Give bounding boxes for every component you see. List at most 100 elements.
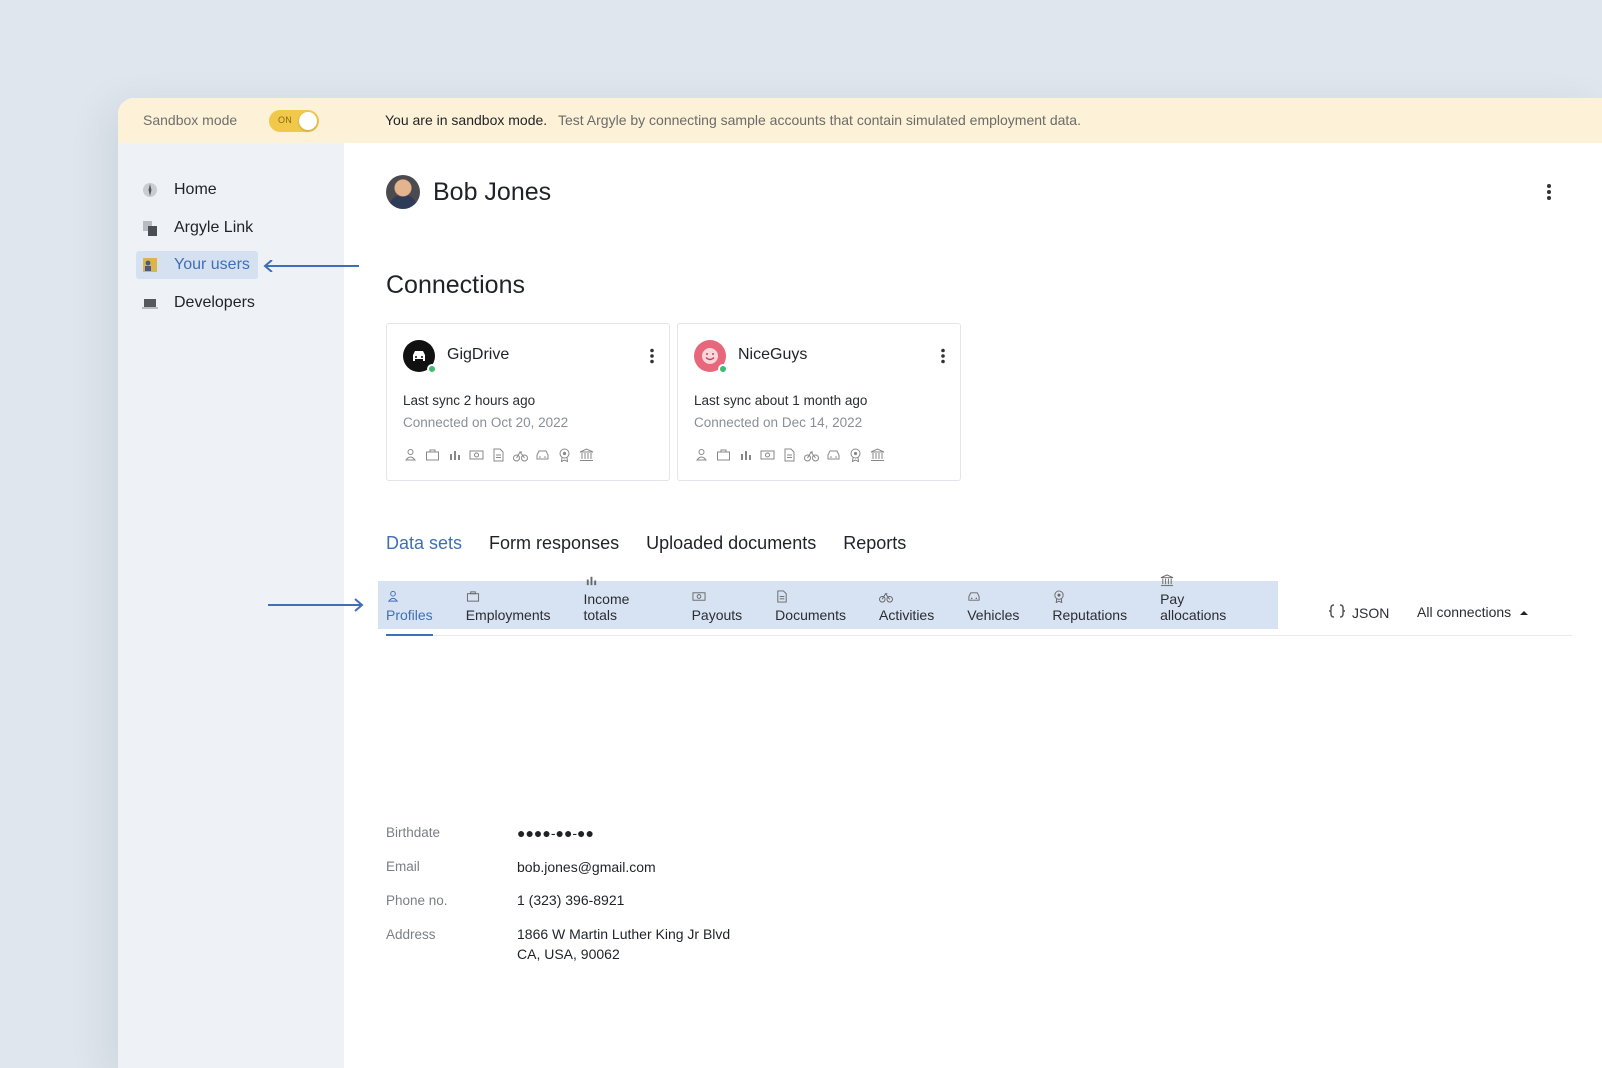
sidebar-item-label: Your users (174, 256, 250, 273)
bar-chart-icon (584, 574, 598, 587)
badge-icon (1052, 590, 1066, 604)
last-sync-text: Last sync 2 hours ago (403, 393, 536, 408)
app-window: Sandbox mode ON You are in sandbox mode.… (118, 98, 1602, 1068)
phone-label: Phone no. (386, 893, 448, 908)
money-icon (692, 590, 706, 603)
birthdate-value: ●●●●-●●-●● (517, 825, 594, 841)
bank-icon (1160, 574, 1174, 587)
connection-card-niceguys[interactable]: NiceGuys Last sync about 1 month ago Con… (677, 323, 961, 481)
connection-card-gigdrive[interactable]: GigDrive Last sync 2 hours ago Connected… (386, 323, 670, 481)
sidebar-item-argyle-link[interactable]: Argyle Link (136, 214, 261, 242)
subtab-documents[interactable]: Documents (775, 590, 846, 623)
subtab-reputations[interactable]: Reputations (1052, 590, 1127, 623)
person-icon (403, 448, 418, 462)
subtabs-divider (386, 635, 1572, 636)
bank-icon (579, 448, 594, 462)
connections-filter-select[interactable]: All connections (1417, 604, 1529, 620)
main-content: Bob Jones Connections GigDrive Last sync… (344, 143, 1602, 1068)
subtab-label: Activities (878, 607, 935, 623)
connected-date-text: Connected on Oct 20, 2022 (403, 415, 569, 430)
subtab-label: Profiles (386, 607, 433, 623)
sandbox-banner: Sandbox mode ON You are in sandbox mode.… (118, 98, 1602, 143)
laptop-icon (142, 295, 158, 311)
connection-name: GigDrive (447, 346, 510, 363)
sandbox-toggle[interactable]: ON (269, 110, 319, 132)
car-icon (967, 590, 981, 603)
subtab-activities[interactable]: Activities (879, 590, 934, 623)
connections-filter-value: All connections (1417, 604, 1512, 620)
sidebar-item-developers[interactable]: Developers (136, 289, 263, 317)
sidebar-item-label: Developers (174, 294, 255, 311)
tab-uploaded-documents[interactable]: Uploaded documents (646, 533, 816, 554)
tab-form-responses[interactable]: Form responses (489, 533, 619, 554)
bank-icon (870, 448, 885, 462)
phone-value: 1 (323) 396-8921 (517, 892, 625, 908)
document-icon (782, 448, 797, 462)
status-indicator (718, 364, 728, 374)
status-indicator (427, 364, 437, 374)
banner-strong-text: You are in sandbox mode. (385, 112, 548, 128)
bicycle-icon (513, 448, 528, 462)
subtab-payouts[interactable]: Payouts (691, 590, 743, 623)
email-label: Email (386, 859, 420, 874)
connection-name: NiceGuys (738, 346, 808, 363)
compass-icon (142, 182, 158, 198)
card-more-icon[interactable] (649, 348, 655, 364)
money-icon (760, 448, 775, 462)
address-line-1: 1866 W Martin Luther King Jr Blvd (517, 926, 731, 942)
more-options-icon[interactable] (1546, 183, 1552, 201)
birthdate-label: Birthdate (386, 825, 441, 840)
money-icon (469, 448, 484, 462)
card-more-icon[interactable] (940, 348, 946, 364)
subtab-vehicles[interactable]: Vehicles (967, 590, 1019, 623)
bicycle-icon (804, 448, 819, 462)
sidebar-item-label: Home (174, 181, 217, 198)
car-icon (826, 448, 841, 462)
caret-up-icon (1519, 604, 1529, 620)
braces-icon (1328, 604, 1346, 621)
subtab-employments[interactable]: Employments (466, 590, 551, 623)
subtab-label: Pay allocations (1160, 591, 1227, 623)
sidebar-item-home[interactable]: Home (136, 176, 225, 204)
briefcase-icon (466, 590, 480, 603)
bicycle-icon (879, 590, 893, 603)
sidebar-item-your-users[interactable]: Your users (136, 251, 258, 279)
active-subtab-indicator (386, 634, 433, 636)
toggle-knob (299, 112, 317, 130)
banner-description: Test Argyle by connecting sample account… (558, 112, 1081, 128)
subtab-label: Income totals (583, 591, 630, 623)
subtab-income-totals[interactable]: Income totals (584, 574, 659, 623)
json-button[interactable]: JSON (1328, 604, 1389, 621)
sidebar-item-label: Argyle Link (174, 219, 254, 236)
briefcase-icon (425, 448, 440, 462)
badge-icon (557, 448, 572, 463)
dataset-subtabs: Profiles Employments Income totals Payou… (378, 574, 1278, 629)
document-icon (491, 448, 506, 462)
subtab-profiles[interactable]: Profiles (386, 590, 433, 623)
person-icon (386, 590, 400, 603)
badge-icon (848, 448, 863, 463)
connected-date-text: Connected on Dec 14, 2022 (694, 415, 863, 430)
bar-chart-icon (738, 448, 753, 462)
avatar (386, 175, 420, 209)
json-label: JSON (1352, 604, 1390, 621)
person-icon (694, 448, 709, 462)
document-icon (775, 590, 789, 603)
toggle-state-text: ON (278, 115, 293, 125)
tab-reports[interactable]: Reports (843, 533, 906, 554)
last-sync-text: Last sync about 1 month ago (694, 393, 868, 408)
subtab-pay-allocations[interactable]: Pay allocations (1160, 574, 1245, 623)
car-icon (535, 448, 550, 462)
main-tabs: Data sets Form responses Uploaded docume… (386, 533, 933, 554)
address-label: Address (386, 927, 436, 942)
briefcase-icon (716, 448, 731, 462)
address-line-2: CA, USA, 90062 (517, 946, 620, 962)
link-pages-icon (142, 220, 158, 236)
tab-data-sets[interactable]: Data sets (386, 533, 462, 554)
subtab-label: Payouts (691, 607, 743, 623)
email-value: bob.jones@gmail.com (517, 859, 656, 875)
dataset-icons (403, 448, 594, 463)
connections-title: Connections (386, 271, 525, 299)
subtab-label: Reputations (1052, 607, 1128, 623)
sandbox-mode-label: Sandbox mode (143, 112, 238, 128)
